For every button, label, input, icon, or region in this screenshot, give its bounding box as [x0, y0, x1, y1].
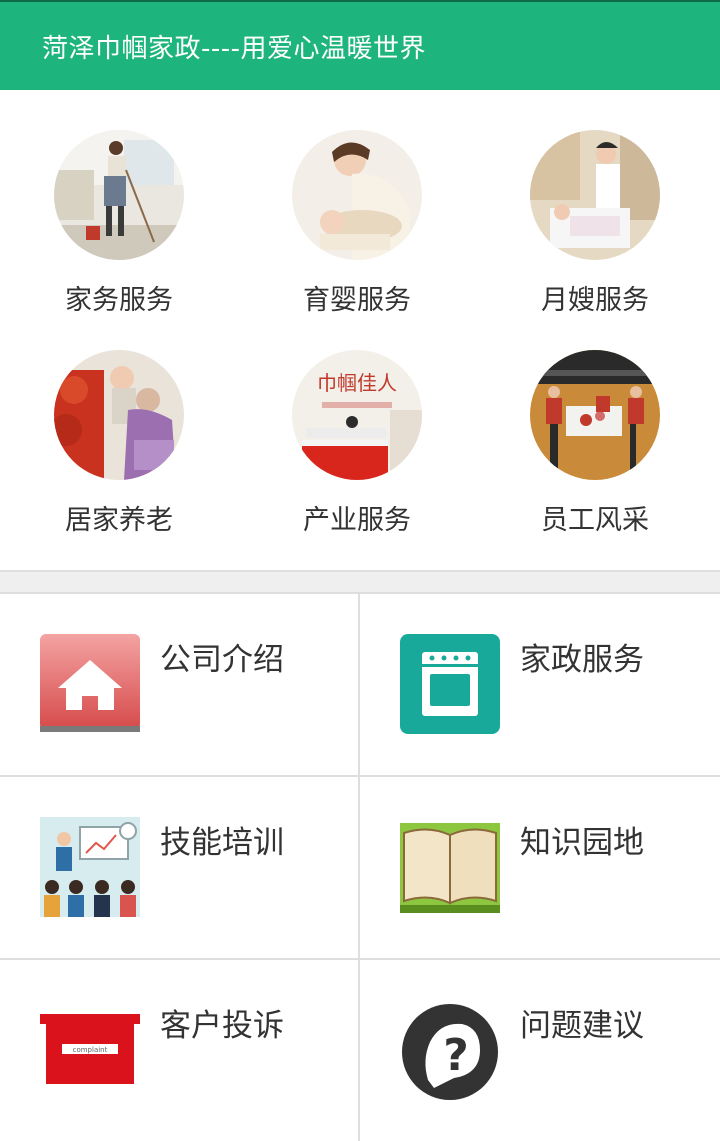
service-grid: 家务服务 育婴服务 月嫂服务 居家养老 巾帼佳人 产业服务 员工风采 [0, 90, 720, 570]
menu-row: 技能培训 知识园地 [0, 777, 720, 960]
menu-row: 公司介绍 家政服务 [0, 594, 720, 777]
stove-icon [400, 634, 500, 734]
menu-label: 知识园地 [520, 825, 644, 861]
service-maternity[interactable]: 月嫂服务 [476, 130, 714, 317]
menu-skill-training[interactable]: 技能培训 [0, 777, 360, 958]
housework-photo [54, 130, 184, 260]
service-label: 家务服务 [65, 285, 173, 316]
industry-photo: 巾帼佳人 [292, 350, 422, 480]
eldercare-photo [54, 350, 184, 480]
menu-label: 问题建议 [520, 1008, 644, 1044]
menu-suggestion[interactable]: ? 问题建议 [360, 960, 718, 1141]
question-icon: ? [400, 1000, 500, 1100]
menu-knowledge[interactable]: 知识园地 [360, 777, 718, 958]
menu-label: 技能培训 [160, 825, 284, 861]
service-label: 产业服务 [303, 505, 411, 536]
service-label: 居家养老 [65, 505, 173, 536]
staff-photo [530, 350, 660, 480]
menu-label: 客户投诉 [160, 1008, 284, 1044]
menu-label: 公司介绍 [160, 642, 284, 678]
menu-company-intro[interactable]: 公司介绍 [0, 594, 360, 775]
home-icon [40, 634, 140, 734]
menu-label: 家政服务 [520, 642, 644, 678]
service-label: 月嫂服务 [541, 285, 649, 316]
service-babycare[interactable]: 育婴服务 [238, 130, 476, 317]
svg-text:?: ? [443, 1030, 469, 1081]
complaint-box-text: complaint [73, 1046, 108, 1054]
complaint-icon: complaint [40, 1000, 140, 1100]
service-industry[interactable]: 巾帼佳人 产业服务 [238, 350, 476, 537]
header-title: 菏泽巾帼家政----用爱心温暖世界 [42, 33, 427, 64]
service-eldercare[interactable]: 居家养老 [0, 350, 238, 537]
service-staff[interactable]: 员工风采 [476, 350, 714, 537]
service-housework[interactable]: 家务服务 [0, 130, 238, 317]
menu-complaint[interactable]: complaint 客户投诉 [0, 960, 360, 1141]
book-icon [400, 817, 500, 917]
photo-sign-text: 巾帼佳人 [317, 371, 397, 395]
section-divider [0, 570, 720, 594]
app-header: 菏泽巾帼家政----用爱心温暖世界 [0, 0, 720, 90]
service-label: 员工风采 [541, 505, 649, 536]
menu-row: complaint 客户投诉 ? 问题建议 [0, 960, 720, 1141]
menu-housekeeping[interactable]: 家政服务 [360, 594, 718, 775]
menu-grid: 公司介绍 家政服务 技能培训 知识园地 complaint 客户投诉 ? 问题建… [0, 594, 720, 1141]
maternity-photo [530, 130, 660, 260]
training-icon [40, 817, 140, 917]
babycare-photo [292, 130, 422, 260]
service-label: 育婴服务 [303, 285, 411, 316]
